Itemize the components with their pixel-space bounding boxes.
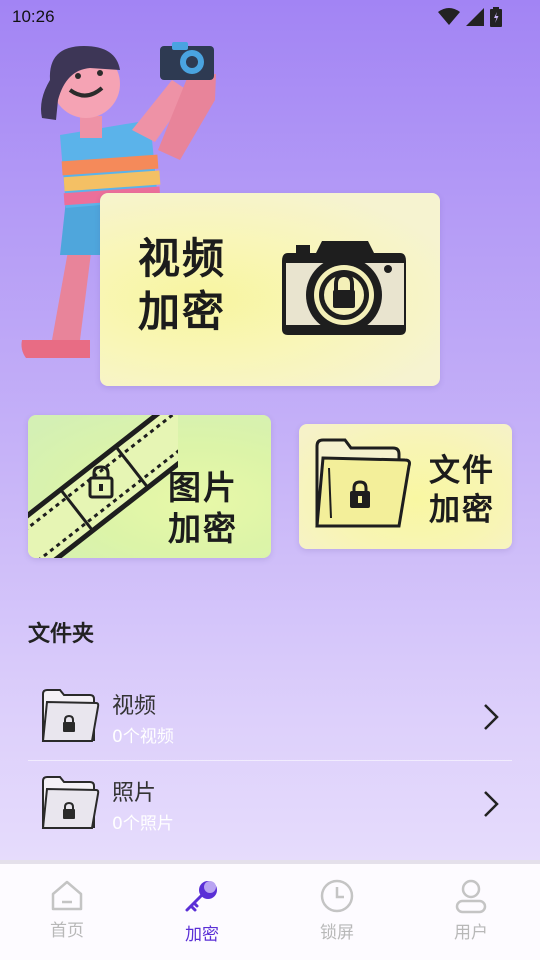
status-icons — [438, 7, 502, 27]
user-icon — [455, 879, 487, 914]
folder-icon — [41, 689, 100, 742]
photo-encrypt-title: 图片 加密 — [168, 468, 238, 549]
signal-icon — [466, 8, 484, 26]
folder-lock-icon — [315, 438, 411, 528]
status-time: 10:26 — [12, 7, 55, 26]
tab-lock-screen[interactable]: 锁屏 — [287, 878, 387, 948]
chevron-right-icon — [484, 791, 499, 817]
home-icon — [51, 880, 83, 911]
tab-label: 首页 — [50, 921, 84, 941]
file-encrypt-card[interactable]: 文件 加密 — [299, 424, 512, 549]
camera-lock-icon — [282, 241, 406, 335]
tab-label: 锁屏 — [320, 923, 354, 943]
tab-encrypt[interactable]: 加密 — [152, 878, 252, 948]
clock-icon — [320, 879, 354, 913]
battery-icon — [490, 7, 502, 27]
tab-home[interactable]: 首页 — [17, 878, 117, 948]
folder-row-video[interactable]: 视频 0个视频 — [28, 674, 512, 760]
folder-name: 视频 — [112, 694, 157, 719]
folder-count: 0个照片 — [112, 814, 174, 834]
film-strip-lock-icon — [28, 415, 178, 558]
folder-count: 0个视频 — [112, 727, 174, 747]
wifi-icon — [438, 8, 460, 25]
folder-row-photo[interactable]: 照片 0个照片 — [28, 760, 512, 846]
tab-user[interactable]: 用户 — [421, 878, 521, 948]
status-bar: 10:26 — [0, 0, 540, 34]
chevron-right-icon — [484, 704, 499, 730]
photo-encrypt-card[interactable]: 图片 加密 — [28, 415, 271, 558]
video-encrypt-card[interactable]: 视频 加密 — [100, 193, 440, 386]
key-icon — [185, 881, 217, 912]
file-encrypt-title: 文件 加密 — [429, 453, 495, 528]
folders-section-title: 文件夹 — [28, 622, 95, 647]
bottom-tab-bar: 首页 加密 锁屏 用户 — [0, 860, 540, 960]
tab-label: 加密 — [185, 925, 219, 945]
folder-name: 照片 — [112, 781, 157, 806]
video-encrypt-title: 视频 加密 — [138, 234, 227, 336]
tab-label: 用户 — [454, 923, 488, 943]
folder-icon — [41, 776, 100, 829]
